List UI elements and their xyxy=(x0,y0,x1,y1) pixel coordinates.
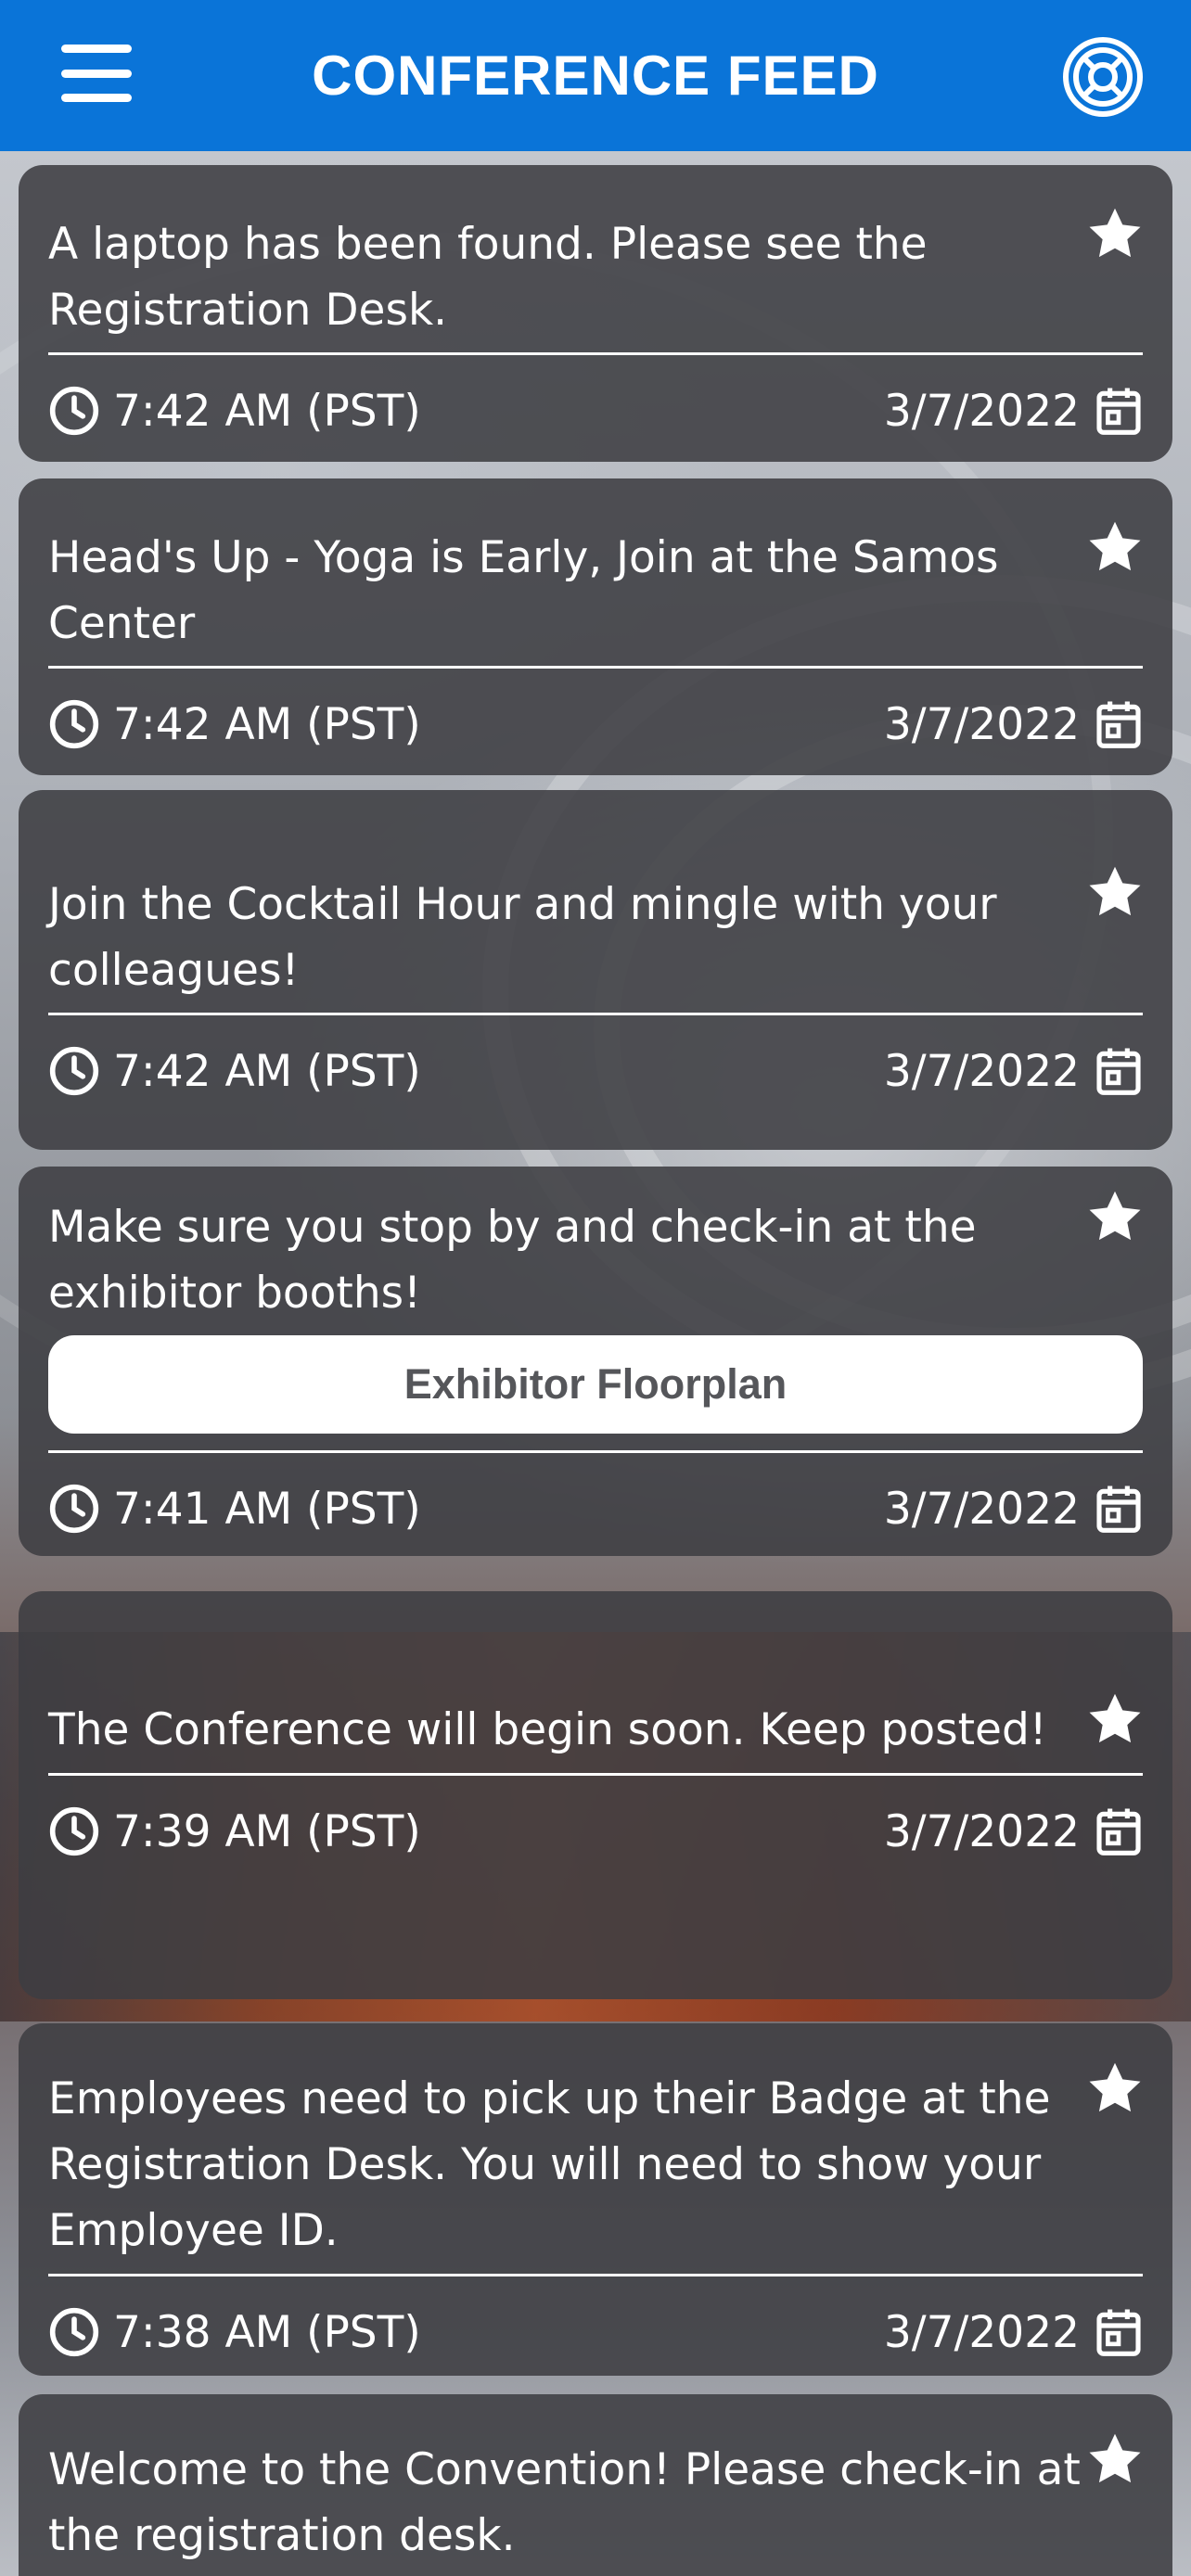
clock-icon xyxy=(49,1046,99,1096)
feed-card: Employees need to pick up their Badge at… xyxy=(19,2023,1172,2376)
post-date: 3/7/2022 xyxy=(883,2306,1080,2358)
divider xyxy=(48,352,1143,355)
post-date: 3/7/2022 xyxy=(883,1805,1080,1857)
feed-card: Head's Up - Yoga is Early, Join at the S… xyxy=(19,478,1172,775)
feed-message: Join the Cocktail Hour and mingle with y… xyxy=(48,879,997,996)
post-time: 7:39 AM (PST) xyxy=(113,1805,421,1857)
star-icon[interactable] xyxy=(1085,2059,1145,2118)
star-icon[interactable] xyxy=(1085,517,1145,577)
divider xyxy=(48,1013,1143,1015)
feed-message: Make sure you stop by and check-in at th… xyxy=(48,1202,977,1319)
post-date: 3/7/2022 xyxy=(883,1483,1080,1535)
post-time: 7:42 AM (PST) xyxy=(113,1045,421,1097)
star-icon[interactable] xyxy=(1085,204,1145,263)
post-time: 7:42 AM (PST) xyxy=(113,385,421,437)
app-header: CONFERENCE FEED xyxy=(0,0,1191,151)
star-icon[interactable] xyxy=(1085,2429,1145,2489)
calendar-icon xyxy=(1096,388,1141,435)
hamburger-menu-icon[interactable] xyxy=(61,45,132,102)
feed-message: Employees need to pick up their Badge at… xyxy=(48,2073,1051,2256)
feed-card: The Conference will begin soon. Keep pos… xyxy=(19,1591,1172,1999)
calendar-icon xyxy=(1096,2309,1141,2356)
lifebuoy-icon[interactable] xyxy=(1061,35,1145,119)
feed-message: A laptop has been found. Please see the … xyxy=(48,219,928,336)
feed-message: Welcome to the Convention! Please check-… xyxy=(48,2444,1081,2561)
calendar-icon xyxy=(1096,1486,1141,1533)
feed-card: Join the Cocktail Hour and mingle with y… xyxy=(19,790,1172,1150)
feed-card: Make sure you stop by and check-in at th… xyxy=(19,1167,1172,1556)
feed-card: A laptop has been found. Please see the … xyxy=(19,165,1172,462)
divider xyxy=(48,1773,1143,1776)
clock-icon xyxy=(49,1484,99,1534)
divider xyxy=(48,1450,1143,1453)
divider xyxy=(48,2274,1143,2276)
exhibitor-floorplan-button[interactable]: Exhibitor Floorplan xyxy=(48,1335,1143,1434)
feed-message: The Conference will begin soon. Keep pos… xyxy=(48,1704,1047,1755)
feed-message: Head's Up - Yoga is Early, Join at the S… xyxy=(48,532,999,649)
divider xyxy=(48,666,1143,669)
post-date: 3/7/2022 xyxy=(883,698,1080,750)
star-icon[interactable] xyxy=(1085,1187,1145,1246)
calendar-icon xyxy=(1096,1808,1141,1855)
clock-icon xyxy=(49,2307,99,2357)
calendar-icon xyxy=(1096,701,1141,748)
post-time: 7:42 AM (PST) xyxy=(113,698,421,750)
post-time: 7:38 AM (PST) xyxy=(113,2306,421,2358)
star-icon[interactable] xyxy=(1085,1690,1145,1749)
post-time: 7:41 AM (PST) xyxy=(113,1483,421,1535)
star-icon[interactable] xyxy=(1085,862,1145,922)
clock-icon xyxy=(49,1806,99,1856)
feed-card: Welcome to the Convention! Please check-… xyxy=(19,2394,1172,2576)
calendar-icon xyxy=(1096,1048,1141,1095)
page-title: CONFERENCE FEED xyxy=(312,45,879,107)
clock-icon xyxy=(49,699,99,749)
post-date: 3/7/2022 xyxy=(883,385,1080,437)
post-date: 3/7/2022 xyxy=(883,1045,1080,1097)
clock-icon xyxy=(49,386,99,436)
